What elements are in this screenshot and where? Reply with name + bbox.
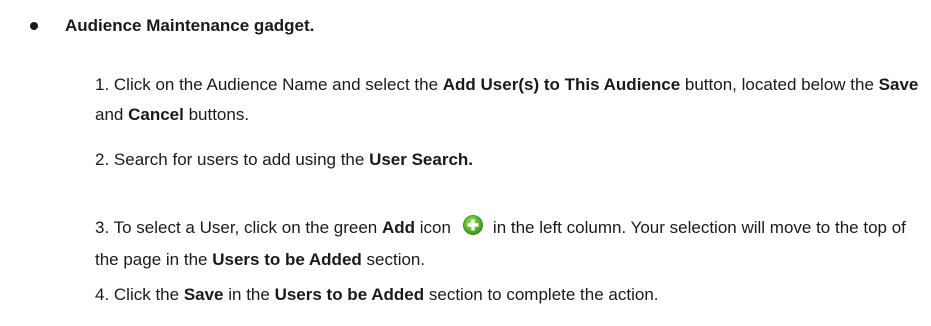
step-1-text-4: buttons. bbox=[183, 105, 250, 124]
step-4-paragraph: 4. Click the Save in the Users to be Add… bbox=[95, 280, 925, 310]
step-4-text-3: section to complete the action. bbox=[424, 285, 659, 304]
document-page: Audience Maintenance gadget. 1. Click on… bbox=[0, 0, 931, 326]
step-4-bold-users-to-be-added: Users to be Added bbox=[274, 285, 425, 304]
bullet-dot bbox=[30, 22, 38, 30]
step-4-text-1: 4. Click the bbox=[95, 285, 184, 304]
step-2-bold-user-search: User Search. bbox=[369, 150, 474, 169]
step-2-text-1: 2. Search for users to add using the bbox=[95, 150, 370, 169]
step-3-bold-add: Add bbox=[381, 218, 415, 237]
step-2-paragraph: 2. Search for users to add using the Use… bbox=[95, 145, 925, 175]
step-4-bold-save: Save bbox=[183, 285, 224, 304]
step-3-text-4: section. bbox=[361, 250, 426, 269]
step-1-bold-save: Save bbox=[878, 75, 919, 94]
step-3-paragraph: 3. To select a User, click on the green … bbox=[95, 213, 925, 275]
green-plus-add-icon bbox=[463, 215, 483, 245]
step-1-text-3: and bbox=[95, 105, 129, 124]
section-heading: Audience Maintenance gadget. bbox=[65, 16, 315, 35]
step-1-text-2: button, located below the bbox=[680, 75, 879, 94]
step-1-bold-cancel: Cancel bbox=[128, 105, 184, 124]
step-1-bold-add-users: Add User(s) to This Audience bbox=[442, 75, 681, 94]
step-1-paragraph: 1. Click on the Audience Name and select… bbox=[95, 70, 925, 130]
step-3-bold-users-to-be-added: Users to be Added bbox=[212, 250, 362, 269]
step-1-text-1: 1. Click on the Audience Name and select… bbox=[95, 75, 443, 94]
step-3-text-1: 3. To select a User, click on the green bbox=[95, 218, 382, 237]
step-3-text-2: icon bbox=[415, 218, 451, 237]
bullet-item: Audience Maintenance gadget. bbox=[30, 16, 314, 36]
step-4-text-2: in the bbox=[223, 285, 275, 304]
